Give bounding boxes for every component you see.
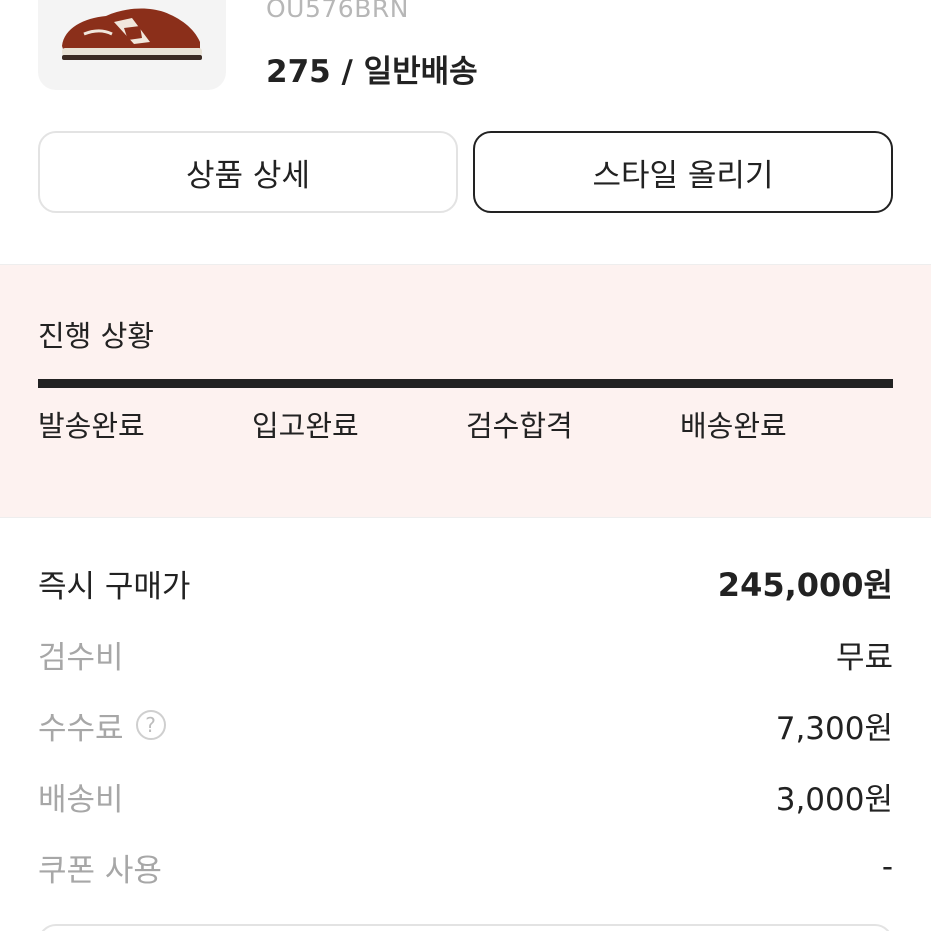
instant-buy-price-label: 즉시 구매가 — [38, 568, 191, 605]
inspection-fee-value: 무료 — [835, 639, 893, 676]
purchase-detail-page: OU576BRN 275 / 일반배송 상품 상세 스타일 올리기 진행 상황 … — [0, 0, 931, 931]
inspection-fee-row: 검수비 무료 — [38, 629, 893, 679]
commission-fee-label-group: 수수료 ? — [38, 703, 166, 748]
sneaker-icon — [62, 8, 202, 60]
product-image[interactable] — [38, 0, 226, 90]
progress-title: 진행 상황 — [38, 319, 154, 353]
product-model-number: OU576BRN — [266, 0, 409, 23]
progress-step-received: 입고완료 — [252, 409, 359, 443]
commission-fee-row: 수수료 ? 7,300원 — [38, 700, 893, 750]
shipping-fee-value: 3,000원 — [775, 781, 893, 818]
shipping-fee-row: 배송비 3,000원 — [38, 771, 893, 821]
instant-buy-price-value: 245,000원 — [717, 566, 893, 604]
progress-bar — [38, 379, 893, 388]
progress-step-delivered: 배송완료 — [680, 409, 787, 443]
commission-fee-label: 수수료 — [38, 710, 124, 747]
bottom-card — [38, 924, 893, 931]
progress-step-inspection-passed: 검수합격 — [466, 409, 573, 443]
product-detail-button[interactable]: 상품 상세 — [38, 131, 458, 213]
progress-section: 진행 상황 발송완료 입고완료 검수합격 배송완료 — [0, 264, 931, 518]
instant-buy-price-row: 즉시 구매가 245,000원 — [38, 558, 893, 608]
coupon-value: - — [881, 849, 893, 885]
post-style-button[interactable]: 스타일 올리기 — [473, 131, 893, 213]
product-detail-label: 상품 상세 — [186, 157, 310, 194]
commission-fee-value: 7,300원 — [775, 710, 893, 747]
product-size-shipping: 275 / 일반배송 — [266, 54, 478, 90]
inspection-fee-label: 검수비 — [38, 639, 124, 676]
coupon-label: 쿠폰 사용 — [38, 852, 162, 889]
post-style-label: 스타일 올리기 — [592, 157, 774, 194]
coupon-row: 쿠폰 사용 - — [38, 842, 893, 892]
progress-step-shipped: 발송완료 — [38, 409, 145, 443]
shipping-fee-label: 배송비 — [38, 781, 124, 818]
help-icon[interactable]: ? — [135, 710, 166, 740]
